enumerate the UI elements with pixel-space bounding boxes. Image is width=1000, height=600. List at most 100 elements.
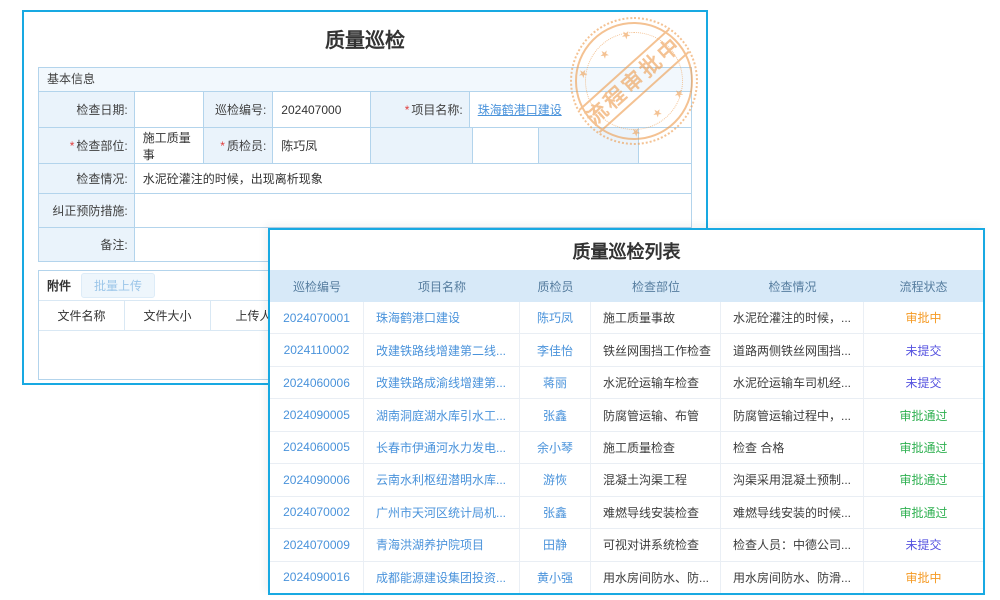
table-row[interactable]: 2024090016 成都能源建设集团投资... 黄小强 用水房间防水、防...… bbox=[270, 562, 983, 593]
table-row[interactable]: 2024070002 广州市天河区统计局机... 张鑫 难燃导线安装检查 难燃导… bbox=[270, 497, 983, 529]
cell-situation: 检查 合格 bbox=[721, 432, 864, 463]
table-row[interactable]: 2024110002 改建铁路线增建第二线... 李佳怡 铁丝网围挡工作检查 道… bbox=[270, 334, 983, 366]
required-asterisk: * bbox=[220, 139, 225, 153]
col-header-part: 检查部位 bbox=[591, 270, 721, 302]
list-table-header: 巡检编号 项目名称 质检员 检查部位 检查情况 流程状态 bbox=[270, 270, 983, 302]
date-field[interactable] bbox=[135, 92, 204, 128]
cell-part: 混凝土沟渠工程 bbox=[591, 464, 721, 495]
required-asterisk: * bbox=[70, 139, 75, 153]
table-row[interactable]: 2024070001 珠海鹤港口建设 陈巧凤 施工质量事故 水泥砼灌注的时候，.… bbox=[270, 302, 983, 334]
cell-project[interactable]: 改建铁路线增建第二线... bbox=[364, 334, 520, 365]
cell-inspector[interactable]: 张鑫 bbox=[520, 399, 591, 430]
project-name-label-text: 项目名称: bbox=[411, 101, 462, 118]
inspection-no-label: 巡检编号: bbox=[204, 92, 274, 128]
cell-inspection-no[interactable]: 2024060006 bbox=[270, 367, 364, 398]
list-title: 质量巡检列表 bbox=[270, 230, 983, 270]
file-name-header: 文件名称 bbox=[39, 301, 125, 330]
cell-inspector[interactable]: 张鑫 bbox=[520, 497, 591, 528]
col-header-project: 项目名称 bbox=[364, 270, 520, 302]
cell-status: 未提交 bbox=[864, 529, 983, 560]
cell-inspection-no[interactable]: 2024090006 bbox=[270, 464, 364, 495]
cell-project[interactable]: 云南水利枢纽潜明水库... bbox=[364, 464, 520, 495]
empty-value-cell bbox=[639, 128, 692, 164]
col-header-situation: 检查情况 bbox=[721, 270, 864, 302]
table-row[interactable]: 2024060005 长春市伊通河水力发电... 余小琴 施工质量检查 检查 合… bbox=[270, 432, 983, 464]
table-row[interactable]: 2024090006 云南水利枢纽潜明水库... 游恢 混凝土沟渠工程 沟渠采用… bbox=[270, 464, 983, 496]
inspection-no-field[interactable]: 202407000 bbox=[273, 92, 371, 128]
cell-part: 水泥砼运输车检查 bbox=[591, 367, 721, 398]
inspection-list-window: 质量巡检列表 巡检编号 项目名称 质检员 检查部位 检查情况 流程状态 2024… bbox=[268, 228, 985, 595]
project-name-link[interactable]: 珠海鹤港口建设 bbox=[478, 101, 562, 118]
cell-status: 审批中 bbox=[864, 302, 983, 333]
cell-inspector[interactable]: 田静 bbox=[520, 529, 591, 560]
table-row[interactable]: 2024070009 青海洪湖养护院项目 田静 可视对讲系统检查 检查人员：中德… bbox=[270, 529, 983, 561]
cell-situation: 水泥砼运输车司机经... bbox=[721, 367, 864, 398]
measures-label: 纠正预防措施: bbox=[39, 194, 135, 228]
cell-inspector[interactable]: 余小琴 bbox=[520, 432, 591, 463]
form-row-1: 检查日期: 巡检编号: 202407000 *项目名称: 珠海鹤港口建设 bbox=[39, 92, 692, 128]
inspector-field[interactable]: 陈巧凤 bbox=[273, 128, 371, 164]
form-row-4: 纠正预防措施: bbox=[39, 194, 692, 228]
cell-situation: 沟渠采用混凝土预制... bbox=[721, 464, 864, 495]
cell-inspector[interactable]: 蒋丽 bbox=[520, 367, 591, 398]
inspector-label: *质检员: bbox=[204, 128, 274, 164]
part-label-text: 检查部位: bbox=[76, 137, 127, 154]
cell-project[interactable]: 广州市天河区统计局机... bbox=[364, 497, 520, 528]
cell-inspection-no[interactable]: 2024070002 bbox=[270, 497, 364, 528]
cell-part: 施工质量事故 bbox=[591, 302, 721, 333]
attachment-label: 附件 bbox=[47, 277, 71, 294]
cell-situation: 水泥砼灌注的时候，... bbox=[721, 302, 864, 333]
empty-value-cell bbox=[473, 128, 540, 164]
cell-status: 审批通过 bbox=[864, 399, 983, 430]
cell-project[interactable]: 珠海鹤港口建设 bbox=[364, 302, 520, 333]
list-rows: 2024070001 珠海鹤港口建设 陈巧凤 施工质量事故 水泥砼灌注的时候，.… bbox=[270, 302, 983, 593]
cell-project[interactable]: 长春市伊通河水力发电... bbox=[364, 432, 520, 463]
date-label: 检查日期: bbox=[39, 92, 135, 128]
cell-inspector[interactable]: 游恢 bbox=[520, 464, 591, 495]
empty-label-cell bbox=[539, 128, 639, 164]
col-header-inspection-no: 巡检编号 bbox=[270, 270, 364, 302]
cell-inspector[interactable]: 陈巧凤 bbox=[520, 302, 591, 333]
project-name-field[interactable]: 珠海鹤港口建设 bbox=[470, 92, 692, 128]
cell-status: 审批通过 bbox=[864, 464, 983, 495]
cell-situation: 道路两侧铁丝网围挡... bbox=[721, 334, 864, 365]
cell-status: 审批通过 bbox=[864, 497, 983, 528]
cell-part: 难燃导线安装检查 bbox=[591, 497, 721, 528]
cell-project[interactable]: 成都能源建设集团投资... bbox=[364, 562, 520, 593]
cell-part: 用水房间防水、防... bbox=[591, 562, 721, 593]
part-field[interactable]: 施工质量事 bbox=[135, 128, 204, 164]
cell-inspection-no[interactable]: 2024090016 bbox=[270, 562, 364, 593]
batch-upload-button[interactable]: 批量上传 bbox=[81, 273, 155, 298]
cell-inspection-no[interactable]: 2024070009 bbox=[270, 529, 364, 560]
inspector-label-text: 质检员: bbox=[227, 137, 266, 154]
part-label: *检查部位: bbox=[39, 128, 135, 164]
cell-inspection-no[interactable]: 2024090005 bbox=[270, 399, 364, 430]
table-row[interactable]: 2024090005 湖南洞庭湖水库引水工... 张鑫 防腐管运输、布管 防腐管… bbox=[270, 399, 983, 431]
cell-part: 防腐管运输、布管 bbox=[591, 399, 721, 430]
cell-situation: 检查人员：中德公司... bbox=[721, 529, 864, 560]
cell-inspection-no[interactable]: 2024060005 bbox=[270, 432, 364, 463]
cell-status: 未提交 bbox=[864, 367, 983, 398]
situation-field[interactable]: 水泥砼灌注的时候，出现离析现象 bbox=[135, 164, 692, 194]
cell-status: 审批中 bbox=[864, 562, 983, 593]
cell-inspection-no[interactable]: 2024110002 bbox=[270, 334, 364, 365]
required-asterisk: * bbox=[405, 103, 410, 117]
measures-field[interactable] bbox=[135, 194, 692, 228]
table-row[interactable]: 2024060006 改建铁路成渝线增建第... 蒋丽 水泥砼运输车检查 水泥砼… bbox=[270, 367, 983, 399]
cell-situation: 防腐管运输过程中，... bbox=[721, 399, 864, 430]
situation-label: 检查情况: bbox=[39, 164, 135, 194]
cell-project[interactable]: 青海洪湖养护院项目 bbox=[364, 529, 520, 560]
cell-project[interactable]: 湖南洞庭湖水库引水工... bbox=[364, 399, 520, 430]
cell-project[interactable]: 改建铁路成渝线增建第... bbox=[364, 367, 520, 398]
cell-part: 铁丝网围挡工作检查 bbox=[591, 334, 721, 365]
cell-situation: 难燃导线安装的时候... bbox=[721, 497, 864, 528]
cell-inspector[interactable]: 李佳怡 bbox=[520, 334, 591, 365]
cell-inspector[interactable]: 黄小强 bbox=[520, 562, 591, 593]
file-size-header: 文件大小 bbox=[125, 301, 211, 330]
form-row-3: 检查情况: 水泥砼灌注的时候，出现离析现象 bbox=[39, 164, 692, 194]
project-name-label: *项目名称: bbox=[371, 92, 470, 128]
col-header-inspector: 质检员 bbox=[520, 270, 591, 302]
cell-inspection-no[interactable]: 2024070001 bbox=[270, 302, 364, 333]
empty-label-cell bbox=[371, 128, 473, 164]
cell-part: 可视对讲系统检查 bbox=[591, 529, 721, 560]
